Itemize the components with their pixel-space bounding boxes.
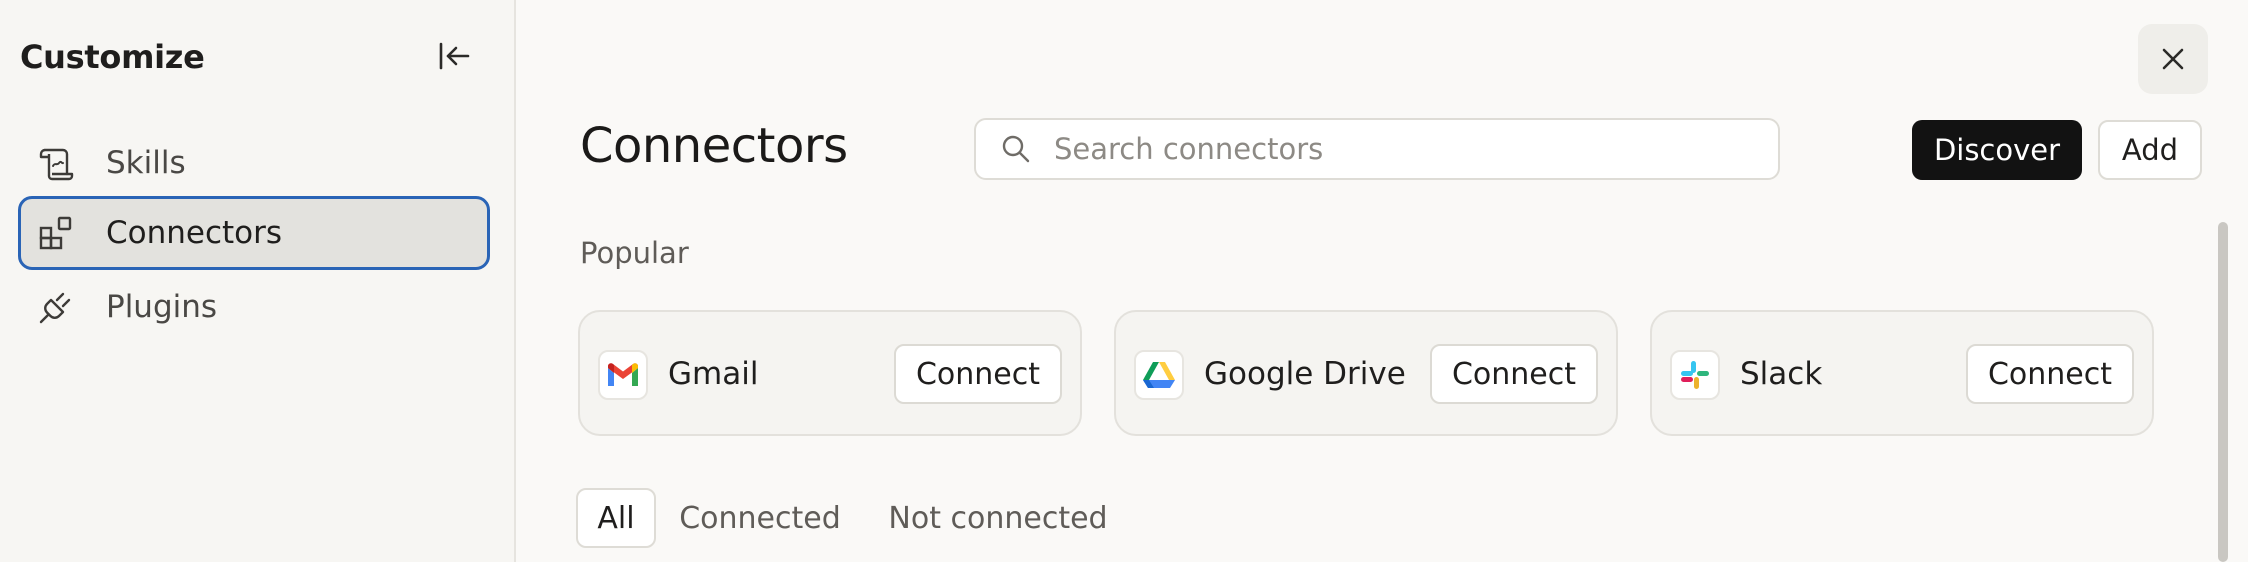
sidebar-item-label: Skills xyxy=(106,145,186,181)
close-icon xyxy=(2162,48,2184,70)
search-input[interactable] xyxy=(1052,131,1736,167)
collapse-left-icon xyxy=(439,42,470,70)
connector-card-slack: Slack Connect xyxy=(1650,310,2154,436)
sidebar-title: Customize xyxy=(20,38,205,76)
connector-name: Google Drive xyxy=(1204,356,1406,392)
discover-button[interactable]: Discover xyxy=(1912,120,2082,180)
sidebar-item-connectors[interactable]: Connectors xyxy=(18,196,490,270)
collapse-sidebar-button[interactable] xyxy=(432,34,476,78)
sidebar-item-label: Connectors xyxy=(106,215,283,251)
sidebar-item-label: Plugins xyxy=(106,289,218,325)
connector-name: Slack xyxy=(1740,356,1823,392)
close-button[interactable] xyxy=(2138,24,2208,94)
connect-button[interactable]: Connect xyxy=(1430,344,1598,404)
google-drive-icon xyxy=(1134,350,1184,400)
connector-name: Gmail xyxy=(668,356,759,392)
grid-blocks-icon xyxy=(36,213,76,253)
connector-card-google-drive: Google Drive Connect xyxy=(1114,310,1618,436)
scroll-icon xyxy=(36,143,76,183)
scrollbar[interactable] xyxy=(2218,222,2228,562)
slack-icon xyxy=(1670,350,1720,400)
gmail-icon xyxy=(598,350,648,400)
sidebar-item-skills[interactable]: Skills xyxy=(18,126,490,200)
page-title: Connectors xyxy=(580,118,848,174)
plug-icon xyxy=(36,287,76,327)
search-icon xyxy=(1002,135,1030,163)
connector-card-gmail: Gmail Connect xyxy=(578,310,1082,436)
search-box[interactable] xyxy=(974,118,1780,180)
filter-tab-not-connected[interactable]: Not connected xyxy=(878,488,1118,548)
filter-tab-all[interactable]: All xyxy=(576,488,656,548)
connect-button[interactable]: Connect xyxy=(1966,344,2134,404)
section-label-popular: Popular xyxy=(580,236,689,270)
connect-button[interactable]: Connect xyxy=(894,344,1062,404)
sidebar: Customize Skills Connectors Plugins xyxy=(0,0,516,562)
add-button[interactable]: Add xyxy=(2098,120,2202,180)
filter-tab-connected[interactable]: Connected xyxy=(672,488,848,548)
sidebar-item-plugins[interactable]: Plugins xyxy=(18,270,490,344)
